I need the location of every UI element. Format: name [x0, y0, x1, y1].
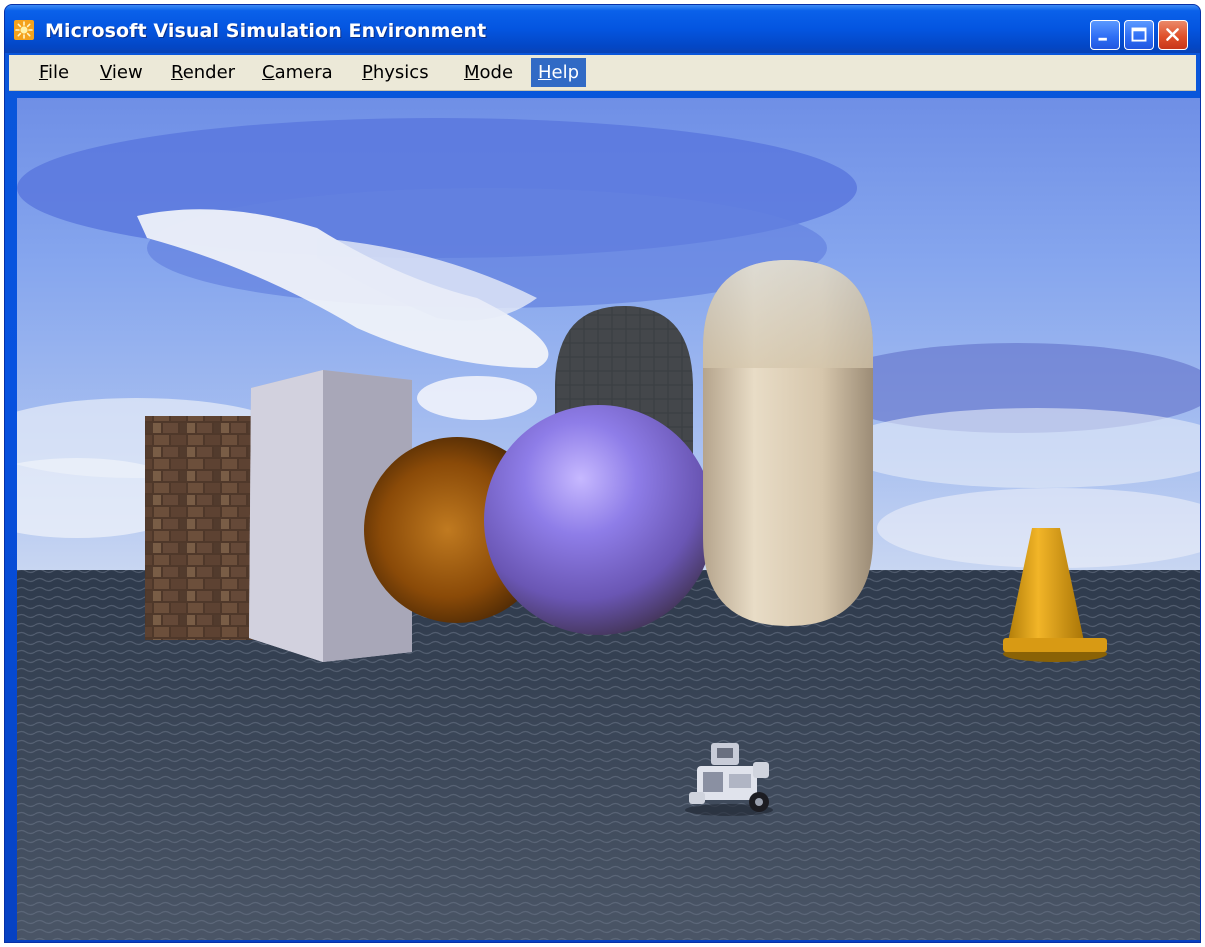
- menu-label: hysics: [372, 62, 429, 83]
- menu-render[interactable]: Render: [164, 58, 242, 87]
- menu-accel: F: [39, 62, 49, 83]
- menu-label: elp: [551, 62, 580, 83]
- menu-view[interactable]: View: [93, 58, 150, 87]
- simulation-viewport[interactable]: [17, 98, 1200, 940]
- title-bar[interactable]: Microsoft Visual Simulation Environment: [5, 5, 1200, 53]
- window-title: Microsoft Visual Simulation Environment: [45, 20, 487, 42]
- close-button[interactable]: [1158, 20, 1188, 50]
- app-window: Microsoft Visual Simulation Environment …: [4, 4, 1201, 943]
- menu-label: amera: [274, 62, 333, 83]
- maximize-icon: [1131, 27, 1147, 42]
- menu-label: ender: [182, 62, 236, 83]
- menu-accel: M: [464, 62, 480, 83]
- menu-label: ode: [479, 62, 514, 83]
- menu-label: iew: [111, 62, 143, 83]
- menu-mode[interactable]: Mode: [457, 58, 520, 87]
- menu-accel: P: [362, 62, 373, 83]
- menu-bar: File View Render Camera Physics Mode Hel…: [9, 55, 1196, 91]
- scene-render: [17, 98, 1200, 940]
- purple-sphere: [484, 405, 714, 635]
- sun-app-icon[interactable]: [14, 20, 34, 40]
- menu-physics[interactable]: Physics: [355, 58, 436, 87]
- menu-accel: H: [538, 62, 552, 83]
- menu-help[interactable]: Help: [531, 58, 587, 87]
- menu-accel: R: [171, 62, 183, 83]
- menu-accel: V: [100, 62, 112, 83]
- minimize-icon: [1098, 37, 1107, 41]
- maximize-button[interactable]: [1124, 20, 1154, 50]
- menu-accel: C: [262, 62, 275, 83]
- minimize-button[interactable]: [1090, 20, 1120, 50]
- menu-camera[interactable]: Camera: [255, 58, 340, 87]
- menu-label: ile: [48, 62, 70, 83]
- close-icon: [1166, 28, 1179, 41]
- menu-file[interactable]: File: [32, 58, 76, 87]
